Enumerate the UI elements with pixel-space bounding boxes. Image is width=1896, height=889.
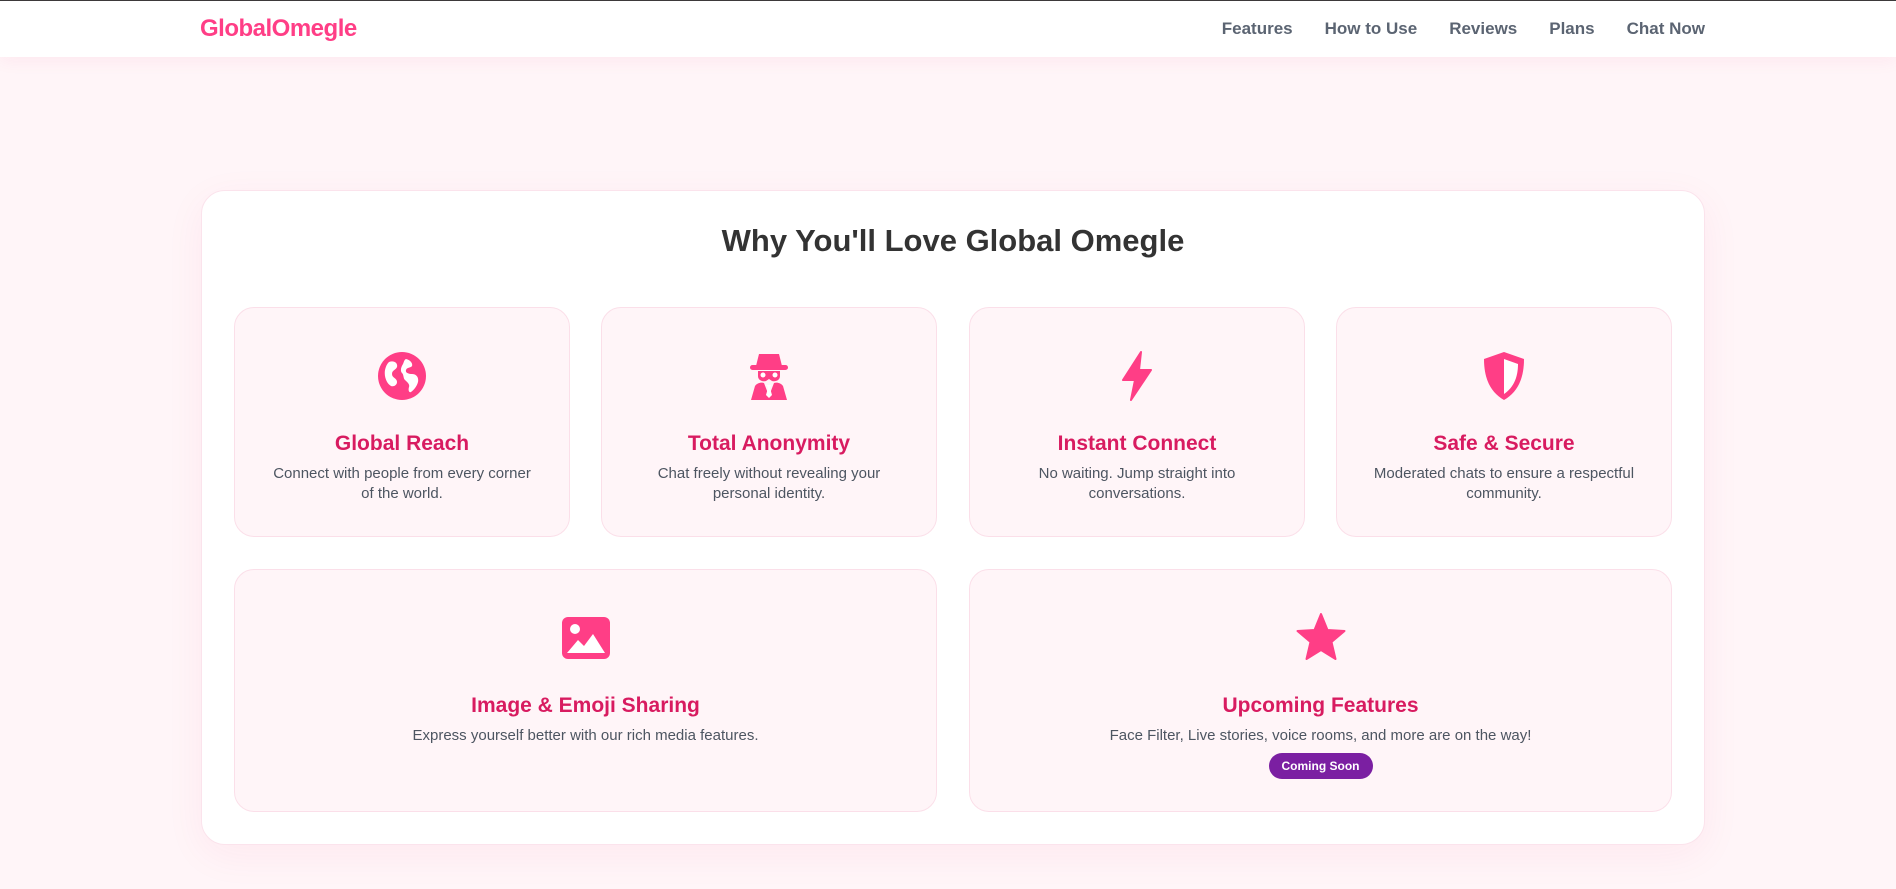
card-title: Upcoming Features <box>1222 694 1419 717</box>
card-description: Chat freely without revealing your perso… <box>657 465 881 502</box>
nav-link-how-to-use[interactable]: How to Use <box>1325 19 1418 39</box>
brand-logo[interactable]: GlobalOmegle <box>200 1 357 57</box>
card-title: Instant Connect <box>1057 432 1217 455</box>
nav-link-chat-now[interactable]: Chat Now <box>1627 19 1705 39</box>
feature-card-instant-connect: Instant Connect No waiting. Jump straigh… <box>969 307 1305 537</box>
incognito-spy-icon <box>743 350 795 402</box>
card-title: Image & Emoji Sharing <box>471 694 700 717</box>
card-description: Connect with people from every corner of… <box>273 465 531 502</box>
card-description: No waiting. Jump straight into conversat… <box>1038 465 1236 502</box>
card-description: Face Filter, Live stories, voice rooms, … <box>1109 727 1532 744</box>
feature-card-image-emoji-sharing: Image & Emoji Sharing Express yourself b… <box>234 569 937 812</box>
section-title: Why You'll Love Global Omegle <box>721 223 1185 258</box>
card-title: Total Anonymity <box>687 432 851 455</box>
feature-card-total-anonymity: Total Anonymity Chat freely without reve… <box>601 307 937 537</box>
lightning-bolt-icon <box>1111 350 1163 402</box>
nav-links: Features How to Use Reviews Plans Chat N… <box>1222 1 1705 57</box>
card-title: Global Reach <box>334 432 470 455</box>
navbar: GlobalOmegle Features How to Use Reviews… <box>0 1 1896 57</box>
image-icon <box>560 612 612 664</box>
globe-icon <box>376 350 428 402</box>
shield-icon <box>1478 350 1530 402</box>
card-description: Express yourself better with our rich me… <box>412 727 759 744</box>
feature-card-upcoming-features: Upcoming Features Face Filter, Live stor… <box>969 569 1672 812</box>
card-title: Safe & Secure <box>1433 432 1575 455</box>
star-icon <box>1295 612 1347 664</box>
nav-link-plans[interactable]: Plans <box>1549 19 1594 39</box>
feature-card-safe-secure: Safe & Secure Moderated chats to ensure … <box>1336 307 1672 537</box>
coming-soon-badge: Coming Soon <box>1268 753 1373 779</box>
nav-link-reviews[interactable]: Reviews <box>1449 19 1517 39</box>
feature-card-global-reach: Global Reach Connect with people from ev… <box>234 307 570 537</box>
features-panel: Why You'll Love Global Omegle Global Rea… <box>201 190 1705 845</box>
card-description: Moderated chats to ensure a respectful c… <box>1373 465 1635 502</box>
nav-link-features[interactable]: Features <box>1222 19 1293 39</box>
